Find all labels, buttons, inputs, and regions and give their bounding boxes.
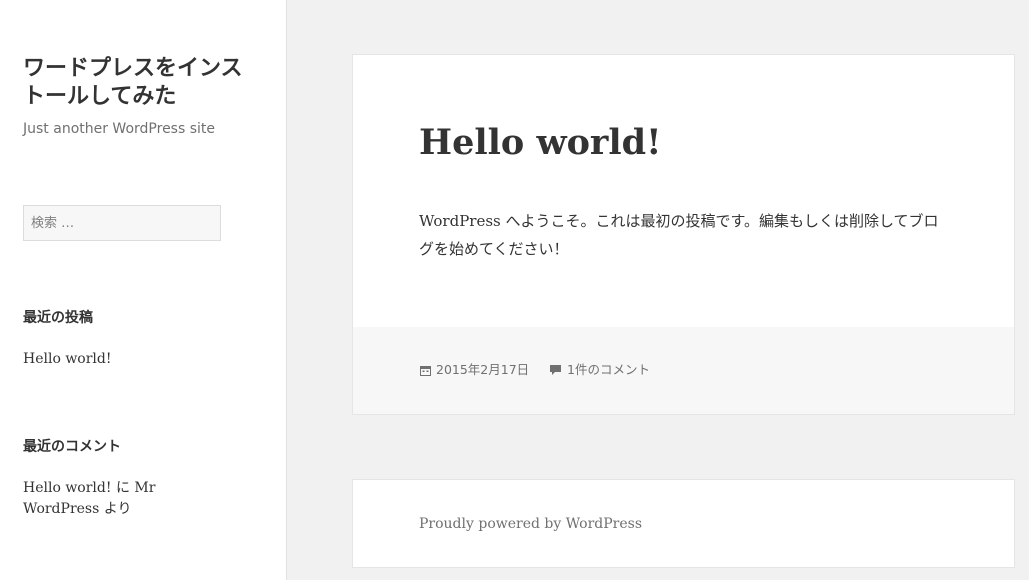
recent-post-link[interactable]: Hello world!	[23, 349, 183, 370]
post-title[interactable]: Hello world!	[419, 121, 662, 165]
post-comments-count: 1件のコメント	[567, 362, 650, 377]
search-input[interactable]	[23, 205, 221, 241]
comment-icon	[550, 365, 561, 375]
site-footer: Proudly powered by WordPress	[352, 479, 1015, 568]
recent-comments-heading: 最近のコメント	[23, 439, 121, 455]
site-title[interactable]: ワードプレスをインストールしてみた	[23, 55, 253, 111]
post-date: 2015年2月17日	[436, 362, 530, 377]
post-content: WordPress へようこそ。これは最初の投稿です。編集もしくは削除してブログ…	[419, 212, 939, 258]
recent-comment-item: Hello world! に Mr WordPress より	[23, 478, 183, 520]
comment-suffix: より	[99, 501, 132, 517]
post-comments-link[interactable]: 1件のコメント	[549, 361, 650, 379]
recent-posts-heading: 最近の投稿	[23, 310, 93, 326]
post-card: Hello world! WordPress へようこそ。これは最初の投稿です。…	[352, 54, 1015, 415]
comment-post-link[interactable]: Hello world!	[23, 480, 112, 496]
sidebar: ワードプレスをインストールしてみた Just another WordPress…	[0, 0, 287, 580]
comment-connector: に	[111, 480, 135, 496]
post-date-link[interactable]: 2015年2月17日	[420, 361, 529, 379]
site-tagline: Just another WordPress site	[23, 121, 216, 137]
footer-credit-link[interactable]: Proudly powered by WordPress	[419, 514, 642, 534]
post-meta-bar: 2015年2月17日 1件のコメント	[353, 327, 1014, 414]
calendar-icon	[420, 365, 431, 376]
